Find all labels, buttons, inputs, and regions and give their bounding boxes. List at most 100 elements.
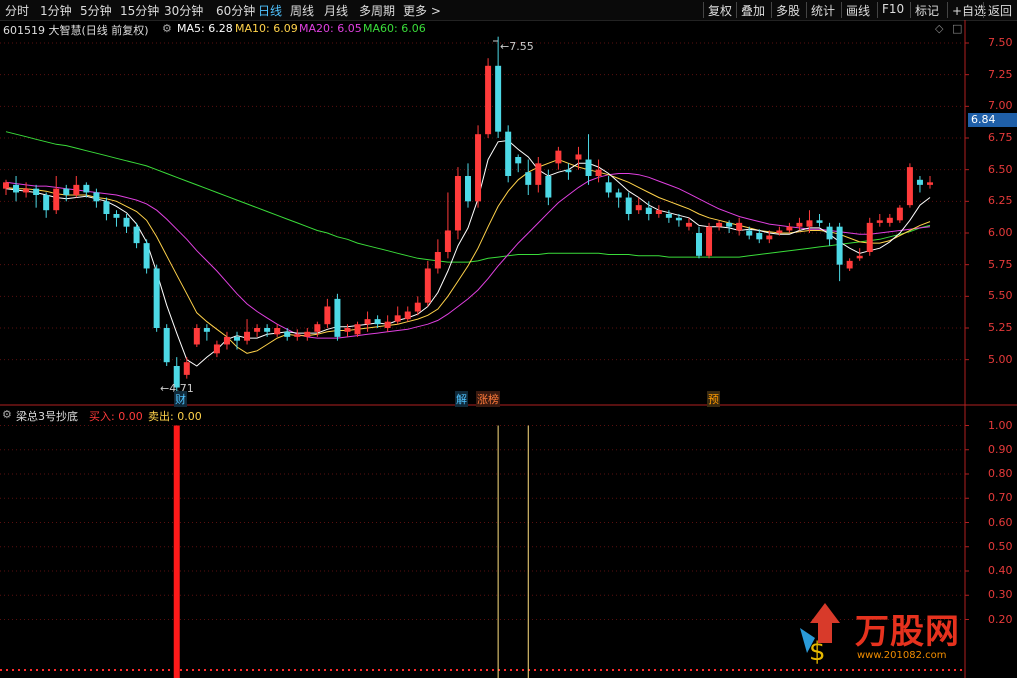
candle-body <box>344 328 351 332</box>
candle-body <box>414 302 421 312</box>
event-marker-unlock[interactable]: 解 <box>455 391 468 407</box>
candle-body <box>776 230 783 233</box>
svg-text:$: $ <box>809 637 826 667</box>
candle-body <box>143 243 150 269</box>
price-tick: 6.50 <box>988 162 1013 176</box>
candle-body <box>856 255 863 259</box>
watermark-logo: $ 万股网 www.201082.com <box>795 598 995 668</box>
candle-body <box>876 220 883 223</box>
candle-body <box>706 226 713 256</box>
candle-body <box>113 214 120 218</box>
candle-body <box>404 311 411 320</box>
candle-body <box>766 235 773 240</box>
candle-body <box>665 214 672 218</box>
price-tick: 5.50 <box>988 289 1013 303</box>
candle-body <box>515 157 522 164</box>
candle-body <box>535 163 542 185</box>
candle-body <box>685 222 692 227</box>
candle-body <box>525 172 532 185</box>
price-tick: 5.75 <box>988 257 1013 271</box>
buy-signal-bar <box>173 425 180 678</box>
indicator-tick: 0.70 <box>988 491 1013 505</box>
candle-body <box>163 328 170 363</box>
price-tick: 7.00 <box>988 99 1013 113</box>
candle-body <box>645 207 652 214</box>
candle-body <box>334 298 341 337</box>
event-marker-finance[interactable]: 财 <box>174 391 187 407</box>
candle-body <box>605 182 612 193</box>
candle-body <box>866 222 873 252</box>
candle-body <box>13 184 20 193</box>
indicator-name: 梁总3号抄底 <box>16 410 78 423</box>
candle-body <box>183 362 190 375</box>
candle-body <box>364 319 371 325</box>
candle-body <box>625 197 632 214</box>
candle-body <box>675 217 682 221</box>
candle-body <box>83 184 90 193</box>
candle-body <box>786 226 793 231</box>
candle-body <box>927 182 933 185</box>
candle-body <box>726 222 733 227</box>
candle-body <box>244 331 251 341</box>
candle-body <box>796 222 803 227</box>
candle-body <box>896 207 903 221</box>
candle-body <box>23 188 30 193</box>
price-tick: 6.75 <box>988 131 1013 144</box>
kline-chart[interactable] <box>0 0 1017 678</box>
candle-body <box>103 201 110 214</box>
candle-body <box>575 154 582 160</box>
candle-body <box>264 328 271 332</box>
candle-body <box>485 65 492 135</box>
candle-body <box>696 233 702 256</box>
indicator-tick: 0.80 <box>988 467 1013 480</box>
candle-body <box>73 184 80 195</box>
candle-body <box>123 217 130 227</box>
candle-body <box>324 306 331 325</box>
candle-body <box>384 321 391 328</box>
candle-body <box>555 150 562 164</box>
indicator-tick: 0.90 <box>988 442 1013 456</box>
candle-body <box>585 159 592 176</box>
indicator-tick: 0.50 <box>988 539 1013 553</box>
indicator-toggle-icon[interactable]: ⚙ <box>2 408 12 421</box>
candle-body <box>916 179 923 185</box>
candle-body <box>394 315 401 322</box>
candle-body <box>274 328 281 335</box>
candle-body <box>53 188 60 211</box>
price-tick: 6.25 <box>988 194 1013 208</box>
candle-body <box>716 222 723 227</box>
candle-body <box>495 65 502 132</box>
candle-body <box>545 176 552 198</box>
candle-body <box>234 336 240 341</box>
event-marker-forecast[interactable]: 预 <box>707 391 720 407</box>
candle-body <box>836 226 843 265</box>
indicator-tick: 0.60 <box>988 515 1013 529</box>
candle-body <box>846 260 853 269</box>
candle-body <box>816 220 823 223</box>
candle-body <box>33 188 40 195</box>
candle-body <box>806 220 813 227</box>
event-marker-limitup[interactable]: 涨榜 <box>476 391 500 407</box>
candle-body <box>374 319 381 325</box>
candle-body <box>153 268 160 328</box>
candle-body <box>655 210 662 214</box>
candle-body <box>906 167 913 206</box>
candle-body <box>615 192 622 198</box>
candle-body <box>736 222 743 231</box>
candle-body <box>43 195 50 211</box>
price-tick: 6.00 <box>988 226 1013 239</box>
candle-body <box>354 324 361 335</box>
candle-body <box>444 230 451 252</box>
candle-body <box>565 169 572 173</box>
candle-body <box>93 192 100 202</box>
buy-value: 买入: 0.00 <box>89 410 143 423</box>
candle-body <box>475 134 482 202</box>
candle-body <box>203 328 210 332</box>
candle-body <box>756 233 763 240</box>
candle-body <box>635 205 642 211</box>
price-tick: 7.25 <box>988 67 1013 81</box>
sell-value: 卖出: 0.00 <box>148 410 202 423</box>
candle-body <box>284 331 291 337</box>
indicator-tick: 0.40 <box>988 564 1013 577</box>
price-tick: 7.50 <box>988 36 1013 49</box>
